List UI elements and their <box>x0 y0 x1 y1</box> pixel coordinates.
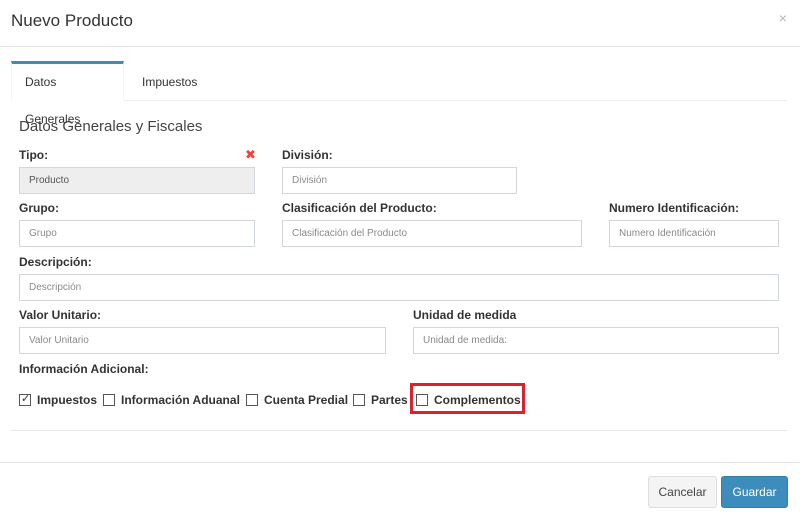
valor-unitario-input[interactable]: Valor Unitario <box>19 327 386 354</box>
checkbox-icon[interactable] <box>103 394 115 406</box>
clasificacion-input[interactable]: Clasificación del Producto <box>282 220 582 247</box>
tipo-field[interactable]: Producto <box>19 167 255 194</box>
tab-datos-generales[interactable]: Datos Generales <box>11 61 124 126</box>
checkbox-label: Impuestos <box>37 393 98 407</box>
division-input[interactable]: División <box>282 167 517 194</box>
checkbox-label: Cuenta Predial <box>264 393 349 407</box>
save-button[interactable]: Guardar <box>721 476 788 508</box>
informacion-adicional-label: Información Adicional: <box>19 362 149 376</box>
division-label: División: <box>282 148 333 162</box>
checkbox-checked-icon[interactable]: ✓ <box>19 393 31 406</box>
descripcion-label: Descripción: <box>19 255 92 269</box>
grupo-label: Grupo: <box>19 201 59 215</box>
checkbox-icon[interactable] <box>353 394 365 406</box>
checkbox-label: Partes <box>371 393 408 407</box>
unidad-medida-label: Unidad de medida <box>413 308 517 322</box>
divider <box>11 430 787 431</box>
numero-identificacion-label: Numero Identificación: <box>609 201 740 215</box>
checkbox-icon[interactable] <box>246 394 258 406</box>
grupo-input[interactable]: Grupo <box>19 220 255 247</box>
modal-title: Nuevo Producto <box>11 11 133 30</box>
required-icon: ✖ <box>245 147 256 162</box>
tab-bar: Datos Generales Impuestos <box>11 61 787 126</box>
tipo-label: Tipo: <box>19 148 49 162</box>
tab-impuestos[interactable]: Impuestos <box>129 61 210 101</box>
footer-divider <box>0 462 800 463</box>
close-icon[interactable]: × <box>779 10 787 26</box>
unidad-medida-input[interactable]: Unidad de medida: <box>413 327 779 354</box>
modal-header: Nuevo Producto × <box>0 0 800 47</box>
checkbox-label: Información Aduanal <box>121 393 240 407</box>
numero-identificacion-input[interactable]: Numero Identificación <box>609 220 779 247</box>
section-title: Datos Generales y Fiscales <box>19 118 203 135</box>
clasificacion-label: Clasificación del Producto: <box>282 201 437 215</box>
cancel-button[interactable]: Cancelar <box>648 476 717 508</box>
valor-unitario-label: Valor Unitario: <box>19 308 102 322</box>
highlight-box <box>410 383 525 414</box>
descripcion-input[interactable]: Descripción <box>19 274 779 301</box>
